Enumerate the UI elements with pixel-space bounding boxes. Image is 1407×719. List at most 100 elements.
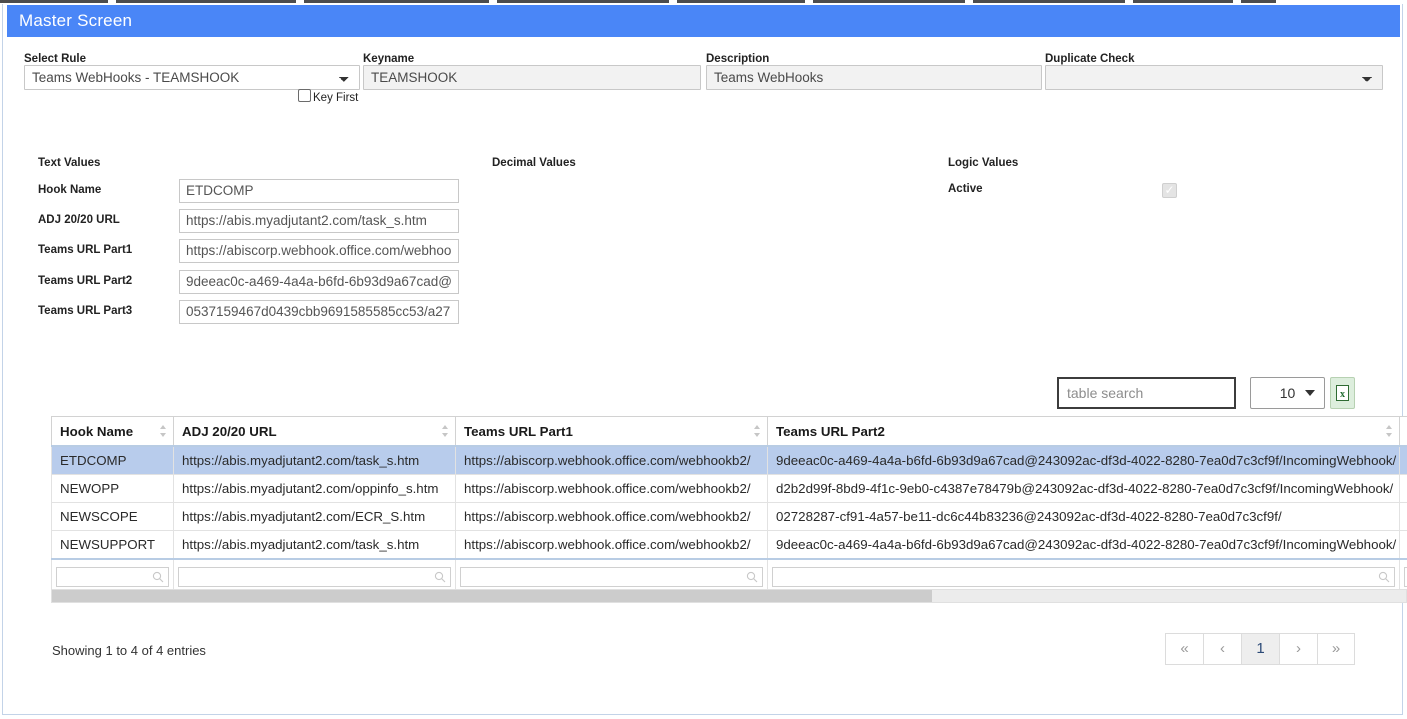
tab-stub[interactable] xyxy=(116,0,304,3)
tab-stub[interactable] xyxy=(1133,0,1241,3)
table-cell[interactable]: NEWSUPPORT xyxy=(51,530,174,560)
page-title: Master Screen xyxy=(19,11,133,30)
text-values-header: Text Values xyxy=(38,157,101,169)
column-filter-input[interactable] xyxy=(772,566,1395,587)
table-cell[interactable]: 0537159467d0439cbb9691585585cc53/a27 xyxy=(1399,445,1407,475)
pagination-previous[interactable]: ‹ xyxy=(1203,633,1241,665)
tab-stub[interactable] xyxy=(813,0,973,3)
master-screen-window: Master Screen Select Rule Teams WebHooks… xyxy=(0,0,1407,719)
active-label: Active xyxy=(948,183,983,195)
tab-stub[interactable] xyxy=(0,0,116,3)
table-row[interactable]: NEWSUPPORT https://abis.myadjutant2.com/t… xyxy=(51,530,1407,560)
table-row[interactable]: NEWSCOPE https://abis.myadjutant2.com/ECR… xyxy=(51,502,1407,531)
table-search-input[interactable]: table search xyxy=(1057,377,1236,409)
sort-arrows-icon[interactable] xyxy=(1385,424,1393,438)
sort-arrows-icon[interactable] xyxy=(753,424,761,438)
sort-arrows-icon[interactable] xyxy=(441,424,449,438)
table-column-header[interactable]: Teams URL Part1 xyxy=(455,416,768,447)
text-field-input[interactable]: https://abiscorp.webhook.office.com/webh… xyxy=(179,239,459,263)
column-filter-input[interactable] xyxy=(178,566,451,587)
table-cell[interactable]: d2b2d99f-8bd9-4f1c-9eb0-c4387e78479b@243… xyxy=(767,474,1400,503)
text-field-input[interactable]: https://abis.myadjutant2.com/task_s.htm xyxy=(179,209,459,233)
text-field-label: Teams URL Part2 xyxy=(38,275,133,287)
key-first-checkbox[interactable] xyxy=(298,89,311,102)
table-row[interactable]: NEWOPP https://abis.myadjutant2.com/oppin… xyxy=(51,474,1407,503)
table-cell[interactable]: ETDCOMP xyxy=(51,445,174,475)
excel-export-button[interactable]: x xyxy=(1330,377,1355,409)
text-field-input[interactable]: 0537159467d0439cbb9691585585cc53/a27 xyxy=(179,300,459,324)
pagination-next[interactable]: › xyxy=(1279,633,1317,665)
table-cell[interactable]: 9deeac0c-a469-4a4a-b6fd-6b93d9a67cad@243… xyxy=(767,445,1400,475)
search-icon xyxy=(152,571,164,582)
text-field-label: Teams URL Part3 xyxy=(38,305,133,317)
tab-stub[interactable] xyxy=(677,0,813,3)
table-header-row: Hook Name ADJ 20/20 URL Teams URL Part1 Tea… xyxy=(51,416,1407,447)
table-cell[interactable]: 9deeac0c-a469-4a4a-b6fd-6b93d9a67cad@243… xyxy=(767,530,1400,560)
pagination: «‹ 1 ›» xyxy=(1165,633,1355,665)
table-row[interactable]: ETDCOMP https://abis.myadjutant2.com/task… xyxy=(51,445,1407,475)
panel-frame xyxy=(2,4,1403,715)
table-column-header[interactable]: Teams URL Part2 xyxy=(767,416,1400,447)
column-filter-input[interactable] xyxy=(460,566,763,587)
duplicate-check-dropdown[interactable] xyxy=(1045,65,1383,90)
tab-stub[interactable] xyxy=(973,0,1133,3)
entries-count-label: Showing 1 to 4 of 4 entries xyxy=(52,643,206,658)
keyname-label: Keyname xyxy=(363,53,415,65)
data-table: Hook Name ADJ 20/20 URL Teams URL Part1 Tea… xyxy=(51,416,1407,594)
table-cell[interactable]: https://abis.myadjutant2.com/task_s.htm xyxy=(173,530,456,560)
page-length-value: 10 xyxy=(1279,385,1296,401)
table-cell[interactable]: https://abiscorp.webhook.office.com/webh… xyxy=(455,445,768,475)
table-column-header-label: Teams URL Part2 xyxy=(776,423,885,439)
table-column-header[interactable]: Teams URL Part3 xyxy=(1399,416,1407,447)
table-cell[interactable]: https://abis.myadjutant2.com/ECR_S.htm xyxy=(173,502,456,531)
text-field-input[interactable]: ETDCOMP xyxy=(179,179,459,203)
column-filter-input[interactable] xyxy=(56,566,169,587)
logic-values-header: Logic Values xyxy=(948,157,1019,169)
pagination-page-1[interactable]: 1 xyxy=(1241,633,1279,665)
table-column-header[interactable]: Hook Name xyxy=(51,416,174,447)
text-field-label: Hook Name xyxy=(38,184,102,196)
text-field-label: Teams URL Part1 xyxy=(38,244,133,256)
tab-stub[interactable] xyxy=(1241,0,1284,3)
tab-stub[interactable] xyxy=(304,0,497,3)
search-icon xyxy=(1378,571,1390,582)
select-rule-label: Select Rule xyxy=(24,53,86,65)
table-cell[interactable]: NEWOPP xyxy=(51,474,174,503)
excel-export-icon: x xyxy=(1336,384,1349,401)
table-column-header-label: ADJ 20/20 URL xyxy=(182,423,277,439)
text-field-input[interactable]: 9deeac0c-a469-4a4a-b6fd-6b93d9a67cad@ xyxy=(179,270,459,294)
table-cell[interactable]: https://abis.myadjutant2.com/task_s.htm xyxy=(173,445,456,475)
table-cell[interactable]: 1535f0a9c3e14b28d76e5a0c9b4f2d81/a27 xyxy=(1399,530,1407,560)
select-rule-dropdown[interactable]: Teams WebHooks - TEAMSHOOK xyxy=(24,65,360,90)
window-title-bar: Master Screen xyxy=(7,5,1400,37)
pagination-last[interactable]: » xyxy=(1317,633,1355,665)
search-icon xyxy=(746,571,758,582)
active-checkbox: ✓ xyxy=(1162,183,1177,198)
page-length-select[interactable]: 10 xyxy=(1250,377,1325,409)
data-table-container: Hook Name ADJ 20/20 URL Teams URL Part1 Tea… xyxy=(51,416,1407,594)
table-column-header-label: Teams URL Part1 xyxy=(464,423,573,439)
table-cell[interactable]: 02728287-cf91-4a57-be11-dc6c44b83236@243… xyxy=(767,502,1400,531)
table-column-header[interactable]: ADJ 20/20 URL xyxy=(173,416,456,447)
chevron-down-icon xyxy=(1305,390,1315,396)
table-cell[interactable]: IncomingWebhook/9a4c2e1b7d58/a27 xyxy=(1399,502,1407,531)
sort-arrows-icon[interactable] xyxy=(159,424,167,438)
table-cell[interactable]: https://abiscorp.webhook.office.com/webh… xyxy=(455,530,768,560)
keyname-field[interactable]: TEAMSHOOK xyxy=(363,65,701,90)
scrollbar-thumb[interactable] xyxy=(52,590,932,602)
search-icon xyxy=(434,571,446,582)
table-cell[interactable]: https://abiscorp.webhook.office.com/webh… xyxy=(455,502,768,531)
duplicate-check-label: Duplicate Check xyxy=(1045,53,1135,65)
table-cell[interactable]: https://abiscorp.webhook.office.com/webh… xyxy=(455,474,768,503)
pagination-first[interactable]: « xyxy=(1165,633,1203,665)
table-body: ETDCOMP https://abis.myadjutant2.com/task… xyxy=(51,445,1407,594)
description-field[interactable]: Teams WebHooks xyxy=(706,65,1042,90)
table-horizontal-scrollbar[interactable] xyxy=(51,589,1407,603)
tab-stub[interactable] xyxy=(497,0,677,3)
key-first-label: Key First xyxy=(313,92,359,104)
svg-text:x: x xyxy=(1340,389,1345,400)
table-cell[interactable]: NEWSCOPE xyxy=(51,502,174,531)
text-field-label: ADJ 20/20 URL xyxy=(38,214,120,226)
table-cell[interactable]: https://abis.myadjutant2.com/oppinfo_s.h… xyxy=(173,474,456,503)
table-cell[interactable]: 48f3a1c2d0b94e7fa6e2c1d5b8f70e31/a27 xyxy=(1399,474,1407,503)
